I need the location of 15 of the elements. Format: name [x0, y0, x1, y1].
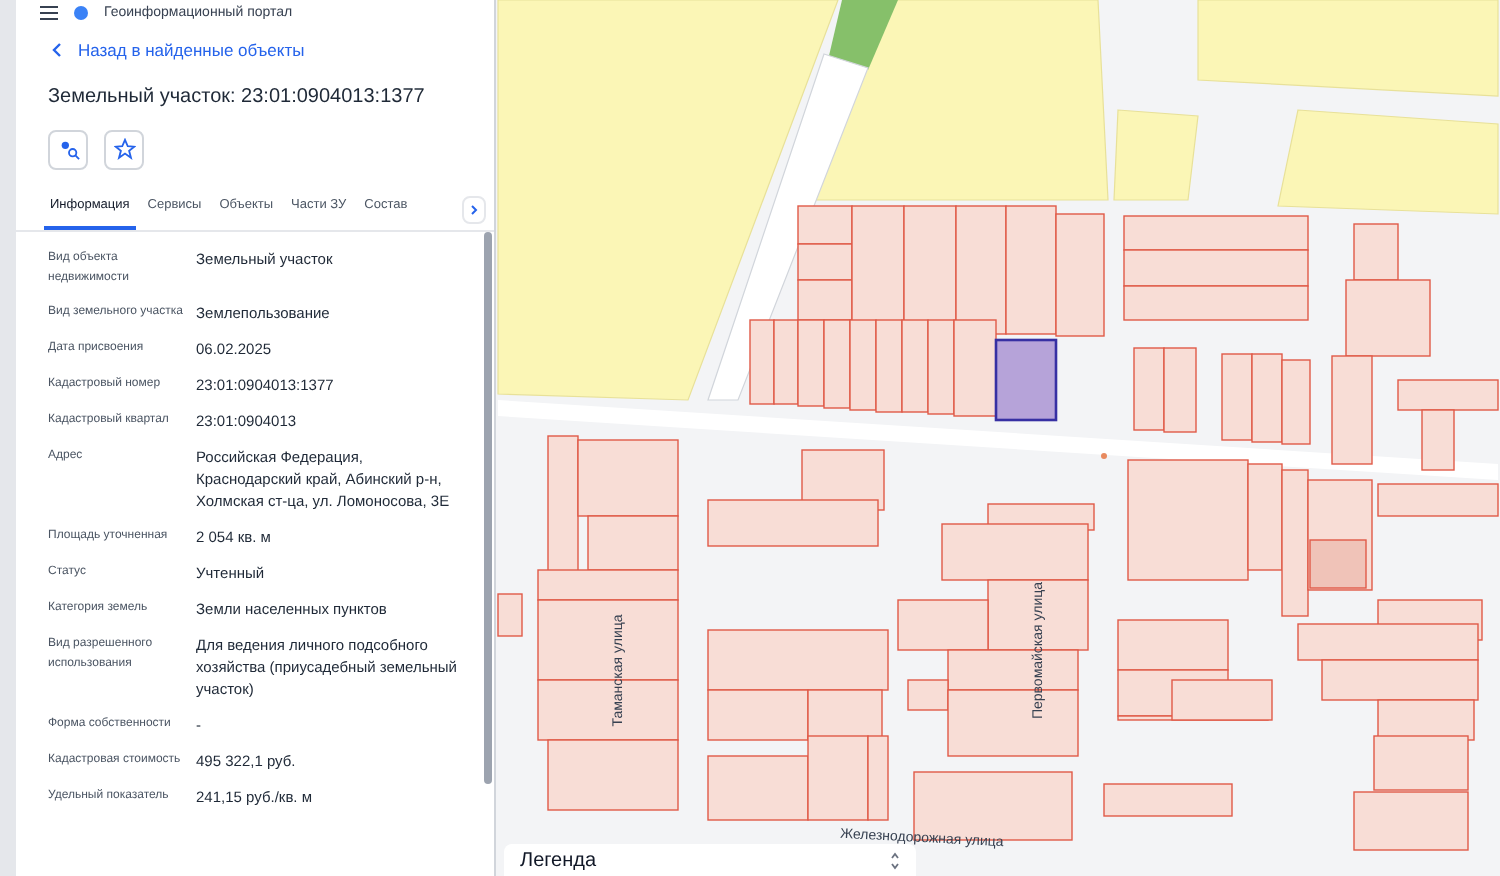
object-title: Земельный участок: 23:01:0904013:1377 [46, 83, 427, 112]
back-link[interactable]: Назад в найденные объекты [52, 38, 305, 64]
legend-title: Легенда [520, 847, 597, 875]
chevron-up-down-icon [890, 851, 900, 869]
portal-logo-icon [74, 5, 88, 19]
locate-button[interactable] [48, 129, 88, 170]
chevron-right-icon [470, 203, 478, 215]
menu-icon[interactable] [40, 5, 58, 19]
locate-icon [57, 138, 79, 161]
legend-panel[interactable]: Легенда [504, 844, 916, 876]
tab-scroll-button[interactable] [462, 195, 486, 223]
scrollbar-thumb[interactable] [484, 232, 492, 784]
star-icon [113, 138, 135, 161]
back-chevron-icon [52, 42, 62, 59]
favorite-button[interactable] [104, 129, 144, 170]
